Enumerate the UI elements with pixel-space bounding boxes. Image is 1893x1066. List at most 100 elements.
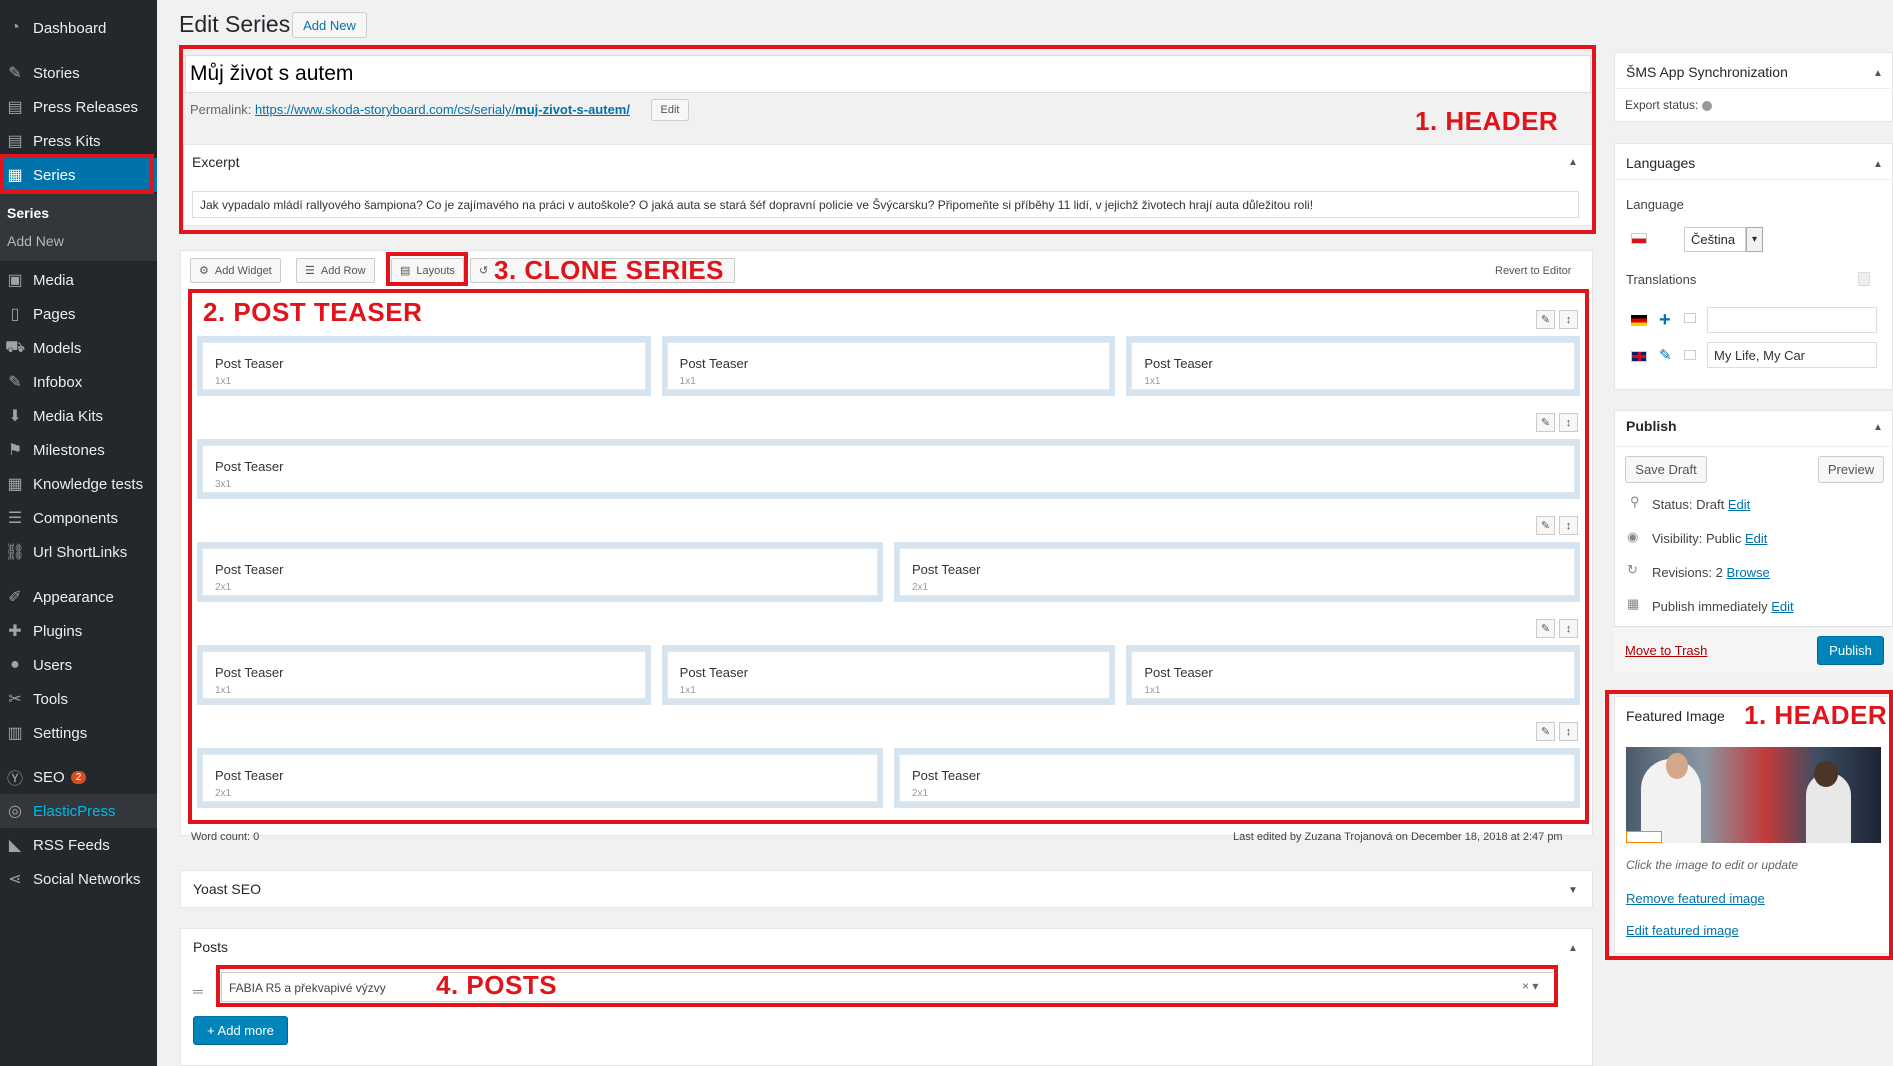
sidebar-item-label: Stories	[33, 64, 80, 82]
sidebar-item-label: Infobox	[33, 373, 83, 391]
sidebar-item-dashboard[interactable]: ◔ Dashboard	[0, 11, 157, 45]
dashboard-icon: ◔	[10, 19, 20, 36]
translation-link-icon[interactable]	[1684, 350, 1696, 360]
translation-de-input[interactable]	[1707, 307, 1877, 333]
expand-icon[interactable]: ▼	[1568, 885, 1578, 896]
car-icon: ⛟	[4, 339, 26, 356]
sidebar-item-label: Media Kits	[33, 407, 104, 425]
posts-heading: Posts	[193, 939, 229, 955]
widget-icon: ⚙	[199, 265, 209, 277]
sidebar-item-rss-feeds[interactable]: ◣ RSS Feeds	[0, 828, 157, 862]
sidebar-item-tools[interactable]: ✂ Tools	[0, 682, 157, 716]
annotation-posts-box	[216, 965, 1558, 1007]
revert-to-editor-link[interactable]: Revert to Editor	[1495, 265, 1571, 277]
sidebar-item-components[interactable]: ☰ Components	[0, 501, 157, 535]
divider	[1614, 179, 1893, 180]
sidebar-item-label: RSS Feeds	[33, 836, 110, 854]
collapse-icon[interactable]: ▲	[1568, 943, 1578, 954]
appearance-icon: ✐	[8, 589, 22, 606]
publish-button[interactable]: Publish	[1817, 636, 1884, 665]
sidebar-item-users[interactable]: ● Users	[0, 648, 157, 682]
components-icon: ☰	[7, 510, 23, 527]
sidebar-item-press-releases[interactable]: ▤ Press Releases	[0, 90, 157, 124]
publish-heading: Publish	[1626, 418, 1677, 434]
add-row-button[interactable]: ☰ Add Row	[296, 258, 375, 283]
add-widget-button[interactable]: ⚙ Add Widget	[190, 258, 281, 283]
add-more-button[interactable]: + Add more	[193, 1016, 288, 1045]
sidebar-item-label: Pages	[33, 305, 76, 323]
annotation-header-label: 1. HEADER	[1415, 106, 1559, 136]
series-submenu: Series Add New	[0, 194, 157, 261]
sidebar-item-label: Press Releases	[33, 98, 139, 116]
publish-date-edit-link[interactable]: Edit	[1771, 599, 1793, 614]
users-icon: ●	[10, 656, 20, 673]
sidebar-item-settings[interactable]: ▥ Settings	[0, 716, 157, 750]
seo-icon: Ⓨ	[6, 771, 23, 788]
sidebar-item-elasticpress[interactable]: ◎ ElasticPress	[0, 794, 157, 828]
sidebar-item-social-networks[interactable]: ⋖ Social Networks	[0, 862, 157, 896]
plugins-icon: ✚	[8, 623, 22, 640]
sidebar-item-appearance[interactable]: ✐ Appearance	[0, 580, 157, 614]
sidebar-item-milestones[interactable]: ⚑ Milestones	[0, 433, 157, 467]
translation-link-icon[interactable]	[1684, 313, 1696, 323]
yoast-heading: Yoast SEO	[193, 881, 261, 897]
export-status-label: Export status:	[1625, 98, 1699, 112]
rss-icon: ◣	[8, 837, 22, 854]
sidebar-item-pages[interactable]: ▯ Pages	[0, 297, 157, 331]
add-translation-icon[interactable]: +	[1659, 309, 1671, 332]
visibility-edit-link[interactable]: Edit	[1745, 531, 1767, 546]
sidebar-item-label: Knowledge tests	[33, 475, 144, 493]
language-label: Language	[1626, 197, 1684, 212]
notification-badge: 2	[70, 770, 87, 784]
settings-icon: ▥	[7, 725, 23, 742]
divider	[1614, 446, 1893, 447]
sidebar-item-media[interactable]: ▣ Media	[0, 263, 157, 297]
pin-icon: ⚲	[1630, 494, 1640, 509]
select-arrow-icon[interactable]: ▾	[1746, 227, 1763, 252]
page-title: Edit Series	[179, 11, 291, 37]
sidebar-item-plugins[interactable]: ✚ Plugins	[0, 614, 157, 648]
status-edit-link[interactable]: Edit	[1728, 497, 1750, 512]
annotation-teaser-label: 2. POST TEASER	[203, 297, 423, 327]
sidebar-item-seo[interactable]: Ⓨ SEO 2	[0, 760, 157, 794]
translation-en-input[interactable]	[1707, 342, 1877, 368]
sidebar-item-stories[interactable]: ✎ Stories	[0, 56, 157, 90]
collapse-icon[interactable]: ▲	[1873, 68, 1883, 79]
list-icon: ▤	[7, 99, 23, 116]
collapse-icon[interactable]: ▲	[1873, 422, 1883, 433]
sidebar-item-label: Press Kits	[33, 132, 101, 150]
sidebar-item-knowledge-tests[interactable]: ▦ Knowledge tests	[0, 467, 157, 501]
sidebar-item-models[interactable]: ⛟ Models	[0, 331, 157, 365]
annotation-layouts-box	[386, 252, 468, 286]
preview-button[interactable]: Preview	[1818, 456, 1884, 483]
copy-icon[interactable]	[1858, 272, 1870, 286]
submenu-add-new[interactable]: Add New	[7, 233, 64, 249]
translations-label: Translations	[1626, 272, 1697, 287]
publish-date-label: Publish immediately	[1652, 599, 1768, 614]
sidebar-item-infobox[interactable]: ✎ Infobox	[0, 365, 157, 399]
revisions-icon: ↻	[1627, 562, 1638, 577]
collapse-icon[interactable]: ▲	[1873, 159, 1883, 170]
annotation-teaser-box	[188, 289, 1589, 824]
drag-handle-icon[interactable]: ═	[193, 983, 203, 999]
add-new-button[interactable]: Add New	[292, 12, 367, 38]
save-draft-button[interactable]: Save Draft	[1625, 456, 1707, 483]
revisions-row: Revisions: 2 Browse	[1652, 565, 1770, 580]
sidebar-item-url-shortlinks[interactable]: ⛓ Url ShortLinks	[0, 535, 157, 569]
yoast-box[interactable]	[180, 870, 1593, 908]
sidebar-item-press-kits[interactable]: ▤ Press Kits	[0, 124, 157, 158]
submenu-series[interactable]: Series	[7, 205, 49, 221]
divider	[1614, 88, 1893, 89]
download-icon: ⬇	[8, 408, 22, 425]
language-select[interactable]: Čeština	[1684, 227, 1746, 252]
annotation-clone-label: 3. CLONE SERIES	[494, 255, 724, 285]
move-to-trash-link[interactable]: Move to Trash	[1625, 643, 1707, 658]
sidebar-item-media-kits[interactable]: ⬇ Media Kits	[0, 399, 157, 433]
sidebar-item-label: Users	[33, 656, 73, 674]
kit-icon: ▤	[7, 133, 23, 150]
sidebar-item-label: SEO	[33, 768, 65, 786]
revisions-browse-link[interactable]: Browse	[1726, 565, 1769, 580]
edit-translation-icon[interactable]: ✎	[1659, 346, 1672, 364]
visibility-label: Visibility: Public	[1652, 531, 1742, 546]
annotation-posts-label: 4. POSTS	[436, 970, 558, 1000]
